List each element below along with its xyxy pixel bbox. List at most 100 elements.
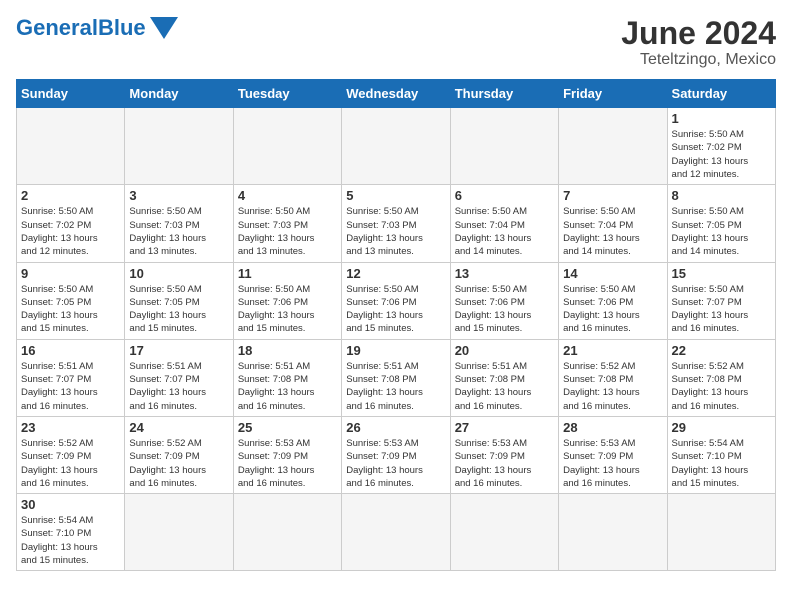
day-number: 4 bbox=[238, 188, 337, 203]
day-info: Sunrise: 5:50 AMSunset: 7:05 PMDaylight:… bbox=[672, 205, 771, 258]
day-info: Sunrise: 5:53 AMSunset: 7:09 PMDaylight:… bbox=[563, 437, 662, 490]
day-number: 9 bbox=[21, 266, 120, 281]
day-number: 29 bbox=[672, 420, 771, 435]
day-number: 22 bbox=[672, 343, 771, 358]
table-row: 13 Sunrise: 5:50 AMSunset: 7:06 PMDaylig… bbox=[450, 262, 558, 339]
day-info: Sunrise: 5:50 AMSunset: 7:06 PMDaylight:… bbox=[346, 283, 445, 336]
table-row bbox=[450, 494, 558, 571]
table-row bbox=[559, 108, 667, 185]
day-info: Sunrise: 5:52 AMSunset: 7:08 PMDaylight:… bbox=[563, 360, 662, 413]
table-row: 21 Sunrise: 5:52 AMSunset: 7:08 PMDaylig… bbox=[559, 339, 667, 416]
table-row bbox=[17, 108, 125, 185]
day-info: Sunrise: 5:51 AMSunset: 7:07 PMDaylight:… bbox=[21, 360, 120, 413]
table-row: 27 Sunrise: 5:53 AMSunset: 7:09 PMDaylig… bbox=[450, 416, 558, 493]
day-info: Sunrise: 5:53 AMSunset: 7:09 PMDaylight:… bbox=[346, 437, 445, 490]
table-row: 5 Sunrise: 5:50 AMSunset: 7:03 PMDayligh… bbox=[342, 185, 450, 262]
month-title: June 2024 bbox=[621, 16, 776, 51]
day-number: 17 bbox=[129, 343, 228, 358]
table-row: 30 Sunrise: 5:54 AMSunset: 7:10 PMDaylig… bbox=[17, 494, 125, 571]
day-number: 7 bbox=[563, 188, 662, 203]
table-row: 16 Sunrise: 5:51 AMSunset: 7:07 PMDaylig… bbox=[17, 339, 125, 416]
day-info: Sunrise: 5:50 AMSunset: 7:03 PMDaylight:… bbox=[346, 205, 445, 258]
day-info: Sunrise: 5:53 AMSunset: 7:09 PMDaylight:… bbox=[455, 437, 554, 490]
table-row: 28 Sunrise: 5:53 AMSunset: 7:09 PMDaylig… bbox=[559, 416, 667, 493]
calendar-row: 23 Sunrise: 5:52 AMSunset: 7:09 PMDaylig… bbox=[17, 416, 776, 493]
table-row: 18 Sunrise: 5:51 AMSunset: 7:08 PMDaylig… bbox=[233, 339, 341, 416]
calendar-row: 16 Sunrise: 5:51 AMSunset: 7:07 PMDaylig… bbox=[17, 339, 776, 416]
day-info: Sunrise: 5:50 AMSunset: 7:04 PMDaylight:… bbox=[455, 205, 554, 258]
day-info: Sunrise: 5:50 AMSunset: 7:06 PMDaylight:… bbox=[563, 283, 662, 336]
day-info: Sunrise: 5:51 AMSunset: 7:08 PMDaylight:… bbox=[455, 360, 554, 413]
day-info: Sunrise: 5:52 AMSunset: 7:09 PMDaylight:… bbox=[21, 437, 120, 490]
table-row: 8 Sunrise: 5:50 AMSunset: 7:05 PMDayligh… bbox=[667, 185, 775, 262]
table-row: 17 Sunrise: 5:51 AMSunset: 7:07 PMDaylig… bbox=[125, 339, 233, 416]
day-number: 13 bbox=[455, 266, 554, 281]
table-row bbox=[667, 494, 775, 571]
day-number: 30 bbox=[21, 497, 120, 512]
table-row: 2 Sunrise: 5:50 AMSunset: 7:02 PMDayligh… bbox=[17, 185, 125, 262]
day-info: Sunrise: 5:50 AMSunset: 7:02 PMDaylight:… bbox=[672, 128, 771, 181]
table-row bbox=[559, 494, 667, 571]
table-row bbox=[233, 108, 341, 185]
day-number: 6 bbox=[455, 188, 554, 203]
day-number: 2 bbox=[21, 188, 120, 203]
day-info: Sunrise: 5:53 AMSunset: 7:09 PMDaylight:… bbox=[238, 437, 337, 490]
table-row: 19 Sunrise: 5:51 AMSunset: 7:08 PMDaylig… bbox=[342, 339, 450, 416]
location-title: Teteltzingo, Mexico bbox=[621, 51, 776, 69]
day-number: 21 bbox=[563, 343, 662, 358]
calendar-row: 30 Sunrise: 5:54 AMSunset: 7:10 PMDaylig… bbox=[17, 494, 776, 571]
day-info: Sunrise: 5:50 AMSunset: 7:03 PMDaylight:… bbox=[238, 205, 337, 258]
header-sunday: Sunday bbox=[17, 80, 125, 108]
day-number: 3 bbox=[129, 188, 228, 203]
day-number: 14 bbox=[563, 266, 662, 281]
day-info: Sunrise: 5:51 AMSunset: 7:08 PMDaylight:… bbox=[238, 360, 337, 413]
table-row: 1 Sunrise: 5:50 AMSunset: 7:02 PMDayligh… bbox=[667, 108, 775, 185]
header-monday: Monday bbox=[125, 80, 233, 108]
header-saturday: Saturday bbox=[667, 80, 775, 108]
day-number: 15 bbox=[672, 266, 771, 281]
day-number: 26 bbox=[346, 420, 445, 435]
table-row: 3 Sunrise: 5:50 AMSunset: 7:03 PMDayligh… bbox=[125, 185, 233, 262]
page-header: GeneralBlue June 2024 Teteltzingo, Mexic… bbox=[16, 16, 776, 69]
day-number: 1 bbox=[672, 111, 771, 126]
day-number: 12 bbox=[346, 266, 445, 281]
day-info: Sunrise: 5:50 AMSunset: 7:05 PMDaylight:… bbox=[129, 283, 228, 336]
header-thursday: Thursday bbox=[450, 80, 558, 108]
header-friday: Friday bbox=[559, 80, 667, 108]
table-row: 14 Sunrise: 5:50 AMSunset: 7:06 PMDaylig… bbox=[559, 262, 667, 339]
calendar-row: 9 Sunrise: 5:50 AMSunset: 7:05 PMDayligh… bbox=[17, 262, 776, 339]
table-row: 29 Sunrise: 5:54 AMSunset: 7:10 PMDaylig… bbox=[667, 416, 775, 493]
calendar-row: 1 Sunrise: 5:50 AMSunset: 7:02 PMDayligh… bbox=[17, 108, 776, 185]
day-number: 8 bbox=[672, 188, 771, 203]
day-number: 5 bbox=[346, 188, 445, 203]
table-row: 6 Sunrise: 5:50 AMSunset: 7:04 PMDayligh… bbox=[450, 185, 558, 262]
table-row: 15 Sunrise: 5:50 AMSunset: 7:07 PMDaylig… bbox=[667, 262, 775, 339]
day-number: 28 bbox=[563, 420, 662, 435]
day-info: Sunrise: 5:50 AMSunset: 7:06 PMDaylight:… bbox=[455, 283, 554, 336]
table-row: 24 Sunrise: 5:52 AMSunset: 7:09 PMDaylig… bbox=[125, 416, 233, 493]
table-row: 11 Sunrise: 5:50 AMSunset: 7:06 PMDaylig… bbox=[233, 262, 341, 339]
logo: GeneralBlue bbox=[16, 16, 178, 40]
table-row bbox=[342, 494, 450, 571]
day-info: Sunrise: 5:50 AMSunset: 7:05 PMDaylight:… bbox=[21, 283, 120, 336]
table-row: 20 Sunrise: 5:51 AMSunset: 7:08 PMDaylig… bbox=[450, 339, 558, 416]
table-row: 26 Sunrise: 5:53 AMSunset: 7:09 PMDaylig… bbox=[342, 416, 450, 493]
day-info: Sunrise: 5:54 AMSunset: 7:10 PMDaylight:… bbox=[672, 437, 771, 490]
table-row bbox=[342, 108, 450, 185]
table-row: 9 Sunrise: 5:50 AMSunset: 7:05 PMDayligh… bbox=[17, 262, 125, 339]
table-row: 12 Sunrise: 5:50 AMSunset: 7:06 PMDaylig… bbox=[342, 262, 450, 339]
day-number: 16 bbox=[21, 343, 120, 358]
day-number: 25 bbox=[238, 420, 337, 435]
day-info: Sunrise: 5:52 AMSunset: 7:08 PMDaylight:… bbox=[672, 360, 771, 413]
day-info: Sunrise: 5:50 AMSunset: 7:07 PMDaylight:… bbox=[672, 283, 771, 336]
table-row bbox=[125, 494, 233, 571]
table-row: 23 Sunrise: 5:52 AMSunset: 7:09 PMDaylig… bbox=[17, 416, 125, 493]
day-info: Sunrise: 5:54 AMSunset: 7:10 PMDaylight:… bbox=[21, 514, 120, 567]
logo-text: GeneralBlue bbox=[16, 16, 146, 40]
day-number: 27 bbox=[455, 420, 554, 435]
day-info: Sunrise: 5:50 AMSunset: 7:02 PMDaylight:… bbox=[21, 205, 120, 258]
table-row: 7 Sunrise: 5:50 AMSunset: 7:04 PMDayligh… bbox=[559, 185, 667, 262]
table-row bbox=[233, 494, 341, 571]
day-info: Sunrise: 5:50 AMSunset: 7:03 PMDaylight:… bbox=[129, 205, 228, 258]
day-number: 11 bbox=[238, 266, 337, 281]
